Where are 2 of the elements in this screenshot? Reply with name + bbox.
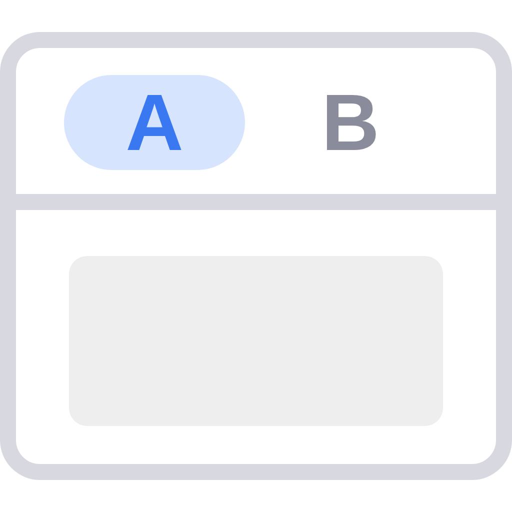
tab[interactable]: B bbox=[260, 75, 441, 170]
tab[interactable]: A bbox=[64, 75, 245, 170]
